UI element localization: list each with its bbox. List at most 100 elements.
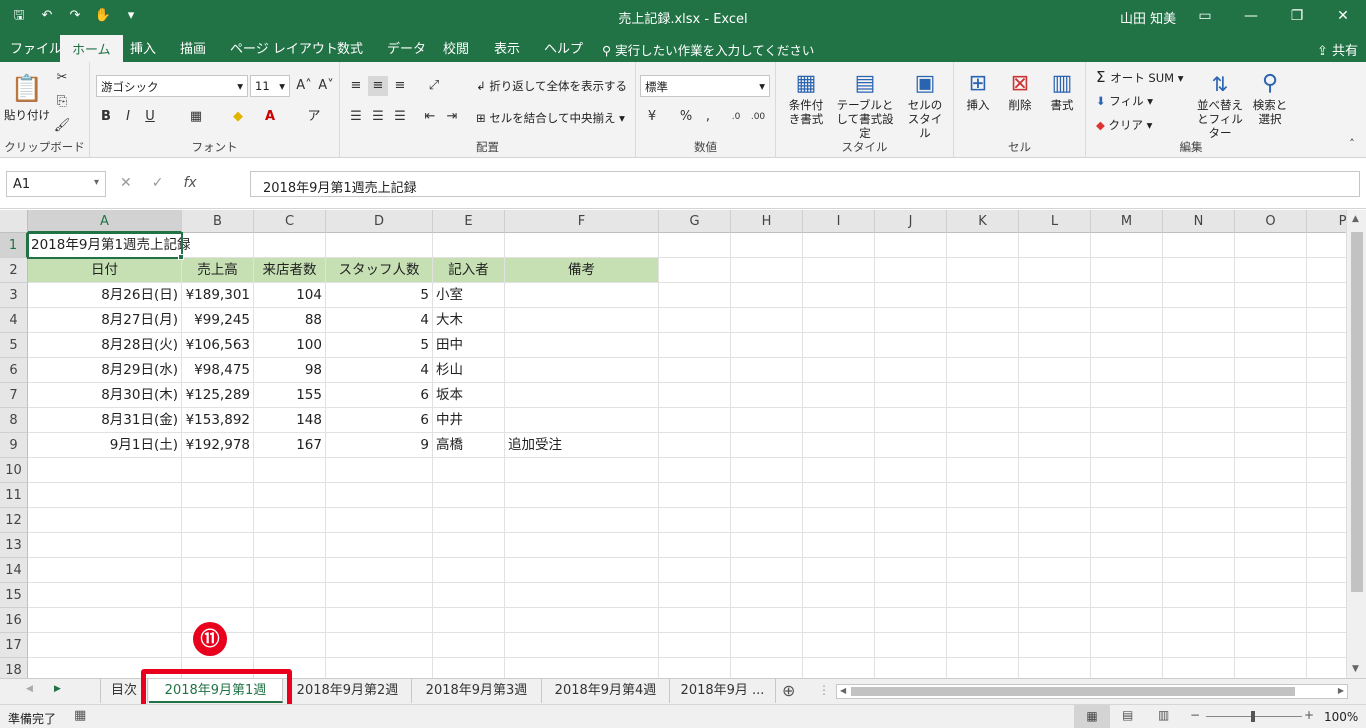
font-color-icon[interactable]: A	[260, 107, 280, 127]
header-cell[interactable]: スタッフ人数	[326, 258, 433, 283]
row-header-10[interactable]: 10	[0, 458, 28, 483]
grid-cell[interactable]	[659, 508, 731, 533]
data-cell[interactable]: ¥99,245	[182, 308, 254, 333]
grid-cell[interactable]	[731, 633, 803, 658]
grid-cell[interactable]	[326, 533, 433, 558]
grid-cell[interactable]	[182, 458, 254, 483]
grid-cell[interactable]	[1307, 508, 1346, 533]
grid-cell[interactable]	[1163, 258, 1235, 283]
data-cell[interactable]: 104	[254, 283, 326, 308]
grid-cell[interactable]	[1091, 333, 1163, 358]
bold-icon[interactable]: B	[96, 107, 116, 127]
grid-cell[interactable]	[1307, 358, 1346, 383]
tab-data[interactable]: データ	[387, 38, 426, 57]
grid-cell[interactable]	[433, 633, 505, 658]
data-cell[interactable]: 6	[326, 408, 433, 433]
grid-cell[interactable]	[182, 558, 254, 583]
grid-cell[interactable]	[659, 583, 731, 608]
grid-cell[interactable]	[326, 583, 433, 608]
grid-cell[interactable]	[1307, 333, 1346, 358]
column-header-a[interactable]: A	[28, 210, 182, 233]
data-cell[interactable]: ¥189,301	[182, 283, 254, 308]
grid-cell[interactable]	[659, 658, 731, 678]
data-cell[interactable]: 8月27日(月)	[28, 308, 182, 333]
grid-cell[interactable]	[803, 658, 875, 678]
header-cell[interactable]: 記入者	[433, 258, 505, 283]
tab-view[interactable]: 表示	[494, 38, 520, 57]
name-box[interactable]: A1 ▾	[6, 171, 106, 197]
grid-cell[interactable]	[659, 608, 731, 633]
row-header-3[interactable]: 3	[0, 283, 28, 308]
grid-cell[interactable]	[1163, 633, 1235, 658]
data-cell[interactable]: 167	[254, 433, 326, 458]
row-header-1[interactable]: 1	[0, 233, 28, 258]
grid-cell[interactable]	[505, 633, 659, 658]
underline-icon[interactable]: U	[140, 107, 160, 127]
comma-icon[interactable]: ,	[698, 107, 718, 127]
grid-cell[interactable]	[875, 583, 947, 608]
grid-cell[interactable]	[875, 508, 947, 533]
grid-cell[interactable]	[947, 358, 1019, 383]
cut-icon[interactable]: ✂	[52, 68, 72, 88]
grid-cell[interactable]	[875, 433, 947, 458]
grid-cell[interactable]	[947, 433, 1019, 458]
grid-cell[interactable]	[731, 258, 803, 283]
wrap-text-button[interactable]: ↲ 折り返して全体を表示する	[476, 79, 627, 93]
grid-cell[interactable]	[803, 358, 875, 383]
grid-cell[interactable]	[1307, 283, 1346, 308]
grid-cell[interactable]	[1091, 458, 1163, 483]
grid-cell[interactable]	[947, 583, 1019, 608]
row-header-7[interactable]: 7	[0, 383, 28, 408]
data-cell[interactable]: 155	[254, 383, 326, 408]
grid-cell[interactable]	[1235, 383, 1307, 408]
grid-cell[interactable]	[182, 508, 254, 533]
grid-cell[interactable]	[731, 608, 803, 633]
grid-cell[interactable]	[505, 458, 659, 483]
grid-cell[interactable]	[1091, 433, 1163, 458]
grid-cell[interactable]	[1163, 658, 1235, 678]
grid-cell[interactable]	[659, 533, 731, 558]
grid-cell[interactable]	[731, 508, 803, 533]
header-cell[interactable]: 備考	[505, 258, 659, 283]
grid-cell[interactable]	[1019, 433, 1091, 458]
data-cell[interactable]: ¥192,978	[182, 433, 254, 458]
grid-cell[interactable]	[1235, 533, 1307, 558]
data-cell[interactable]: 8月26日(日)	[28, 283, 182, 308]
grid-cell[interactable]	[505, 658, 659, 678]
user-name[interactable]: 山田 知美	[1120, 8, 1176, 27]
grid-cell[interactable]	[1307, 383, 1346, 408]
phonetic-icon[interactable]: ア	[304, 107, 324, 127]
grid-cell[interactable]	[1307, 433, 1346, 458]
grid-cell[interactable]	[803, 583, 875, 608]
grid-cell[interactable]	[731, 408, 803, 433]
grid-cell[interactable]	[1091, 583, 1163, 608]
grid-cell[interactable]	[1091, 258, 1163, 283]
grid-cell[interactable]	[731, 358, 803, 383]
grid-cell[interactable]	[254, 608, 326, 633]
grid-cell[interactable]	[254, 233, 326, 258]
column-header-k[interactable]: K	[947, 210, 1019, 233]
grid-cell[interactable]	[433, 233, 505, 258]
font-size-dropdown[interactable]: 11 ▾	[250, 75, 290, 97]
grid-cell[interactable]	[659, 358, 731, 383]
column-header-d[interactable]: D	[326, 210, 433, 233]
normal-view-icon[interactable]: ▦	[1074, 705, 1110, 728]
grid-cell[interactable]	[659, 558, 731, 583]
grid-cell[interactable]	[947, 233, 1019, 258]
grid-cell[interactable]	[326, 458, 433, 483]
grid-cell[interactable]	[1235, 258, 1307, 283]
data-cell[interactable]: 8月31日(金)	[28, 408, 182, 433]
ribbon-display-icon[interactable]: ▭	[1182, 0, 1228, 32]
border-icon[interactable]: ▦	[186, 107, 206, 127]
grid-cell[interactable]	[803, 383, 875, 408]
grid-cell[interactable]	[947, 508, 1019, 533]
format-as-table-button[interactable]: ▤ テーブルとして書式設定	[832, 70, 898, 140]
column-header-j[interactable]: J	[875, 210, 947, 233]
grid-cell[interactable]	[1307, 483, 1346, 508]
grid-cell[interactable]	[505, 533, 659, 558]
grid-cell[interactable]	[947, 558, 1019, 583]
grid-cell[interactable]	[254, 508, 326, 533]
align-top-icon[interactable]: ≡	[346, 76, 366, 96]
increase-font-icon[interactable]: A˄	[294, 76, 314, 96]
grid-cell[interactable]	[875, 333, 947, 358]
